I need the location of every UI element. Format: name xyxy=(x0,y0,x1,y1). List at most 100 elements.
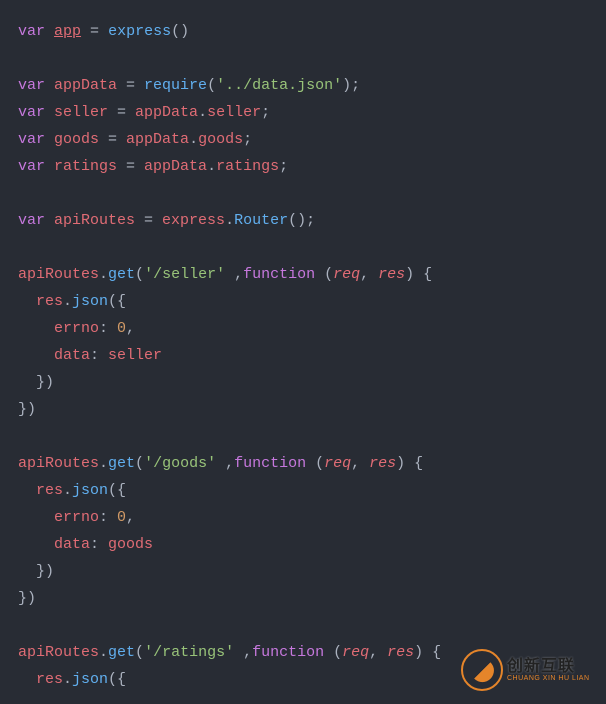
paren: ( xyxy=(135,644,144,661)
param-res: res xyxy=(387,644,414,661)
param-res: res xyxy=(369,455,396,472)
keyword-var: var xyxy=(18,77,45,94)
colon: : xyxy=(90,347,108,364)
colon: : xyxy=(90,536,108,553)
identifier: res xyxy=(18,293,63,310)
call-get: get xyxy=(108,644,135,661)
call-express: express xyxy=(108,23,171,40)
keyword-var: var xyxy=(18,104,45,121)
call-require: require xyxy=(144,77,207,94)
keyword-function: function xyxy=(234,455,306,472)
identifier: appData xyxy=(144,158,207,175)
number-literal: 0 xyxy=(117,509,126,526)
property: seller xyxy=(207,104,261,121)
colon: : xyxy=(99,320,117,337)
call-json: json xyxy=(72,482,108,499)
dot: . xyxy=(63,671,72,688)
keyword-function: function xyxy=(252,644,324,661)
operator: = xyxy=(99,131,126,148)
parens: () xyxy=(171,23,189,40)
dot: . xyxy=(99,644,108,661)
identifier: apiRoutes xyxy=(18,644,99,661)
call-router: Router xyxy=(234,212,288,229)
comma: , xyxy=(126,320,135,337)
identifier: goods xyxy=(108,536,153,553)
code-block: var app = express() var appData = requir… xyxy=(18,18,606,693)
identifier: appData xyxy=(126,131,189,148)
brace: }) xyxy=(18,374,54,391)
operator: = xyxy=(108,104,135,121)
operator: = xyxy=(81,23,108,40)
operator: = xyxy=(117,158,144,175)
identifier: res xyxy=(18,671,63,688)
identifier: apiRoutes xyxy=(18,455,99,472)
comma: , xyxy=(225,266,243,283)
identifier: goods xyxy=(45,131,99,148)
logo-text: 创新互联 CHUANG XIN HU LIAN xyxy=(507,659,590,682)
keyword-var: var xyxy=(18,158,45,175)
keyword-var: var xyxy=(18,131,45,148)
brace: ({ xyxy=(108,671,126,688)
keyword-var: var xyxy=(18,212,45,229)
dot: . xyxy=(99,455,108,472)
identifier: apiRoutes xyxy=(18,266,99,283)
brace: }) xyxy=(18,563,54,580)
identifier: seller xyxy=(45,104,108,121)
dot: . xyxy=(207,158,216,175)
identifier: apiRoutes xyxy=(45,212,135,229)
property: errno xyxy=(18,320,99,337)
paren: ); xyxy=(342,77,360,94)
property: data xyxy=(18,536,90,553)
property: data xyxy=(18,347,90,364)
brace: ({ xyxy=(108,293,126,310)
dot: . xyxy=(63,482,72,499)
dot: . xyxy=(198,104,207,121)
dot: . xyxy=(63,293,72,310)
identifier: ratings xyxy=(45,158,117,175)
brace: ({ xyxy=(108,482,126,499)
param-res: res xyxy=(378,266,405,283)
string-literal: '../data.json' xyxy=(216,77,342,94)
string-literal: '/ratings' xyxy=(144,644,234,661)
comma: , xyxy=(234,644,252,661)
paren: ( xyxy=(207,77,216,94)
paren: ( xyxy=(135,455,144,472)
identifier: seller xyxy=(108,347,162,364)
property: ratings xyxy=(216,158,279,175)
string-literal: '/goods' xyxy=(144,455,216,472)
dot: . xyxy=(225,212,234,229)
operator: = xyxy=(135,212,162,229)
identifier: express xyxy=(162,212,225,229)
logo-en: CHUANG XIN HU LIAN xyxy=(507,675,590,682)
paren: ( xyxy=(135,266,144,283)
identifier-app: app xyxy=(54,23,81,40)
param-req: req xyxy=(324,455,351,472)
comma: , xyxy=(126,509,135,526)
dot: . xyxy=(99,266,108,283)
identifier: appData xyxy=(135,104,198,121)
param-req: req xyxy=(342,644,369,661)
logo-icon xyxy=(461,649,503,691)
paren: ) { xyxy=(414,644,441,661)
comma: , xyxy=(351,455,369,472)
colon: : xyxy=(99,509,117,526)
paren: ) { xyxy=(396,455,423,472)
keyword-function: function xyxy=(243,266,315,283)
comma: , xyxy=(360,266,378,283)
string-literal: '/seller' xyxy=(144,266,225,283)
keyword-var: var xyxy=(18,23,45,40)
comma: , xyxy=(216,455,234,472)
brace: }) xyxy=(18,590,36,607)
paren: ( xyxy=(324,644,342,661)
property: errno xyxy=(18,509,99,526)
operator: = xyxy=(117,77,144,94)
semi: ; xyxy=(279,158,288,175)
param-req: req xyxy=(333,266,360,283)
identifier: appData xyxy=(45,77,117,94)
paren: ( xyxy=(315,266,333,283)
watermark-logo: 创新互联 CHUANG XIN HU LIAN xyxy=(461,646,596,694)
semi: ; xyxy=(261,104,270,121)
call-get: get xyxy=(108,455,135,472)
call-json: json xyxy=(72,671,108,688)
paren: ) { xyxy=(405,266,432,283)
